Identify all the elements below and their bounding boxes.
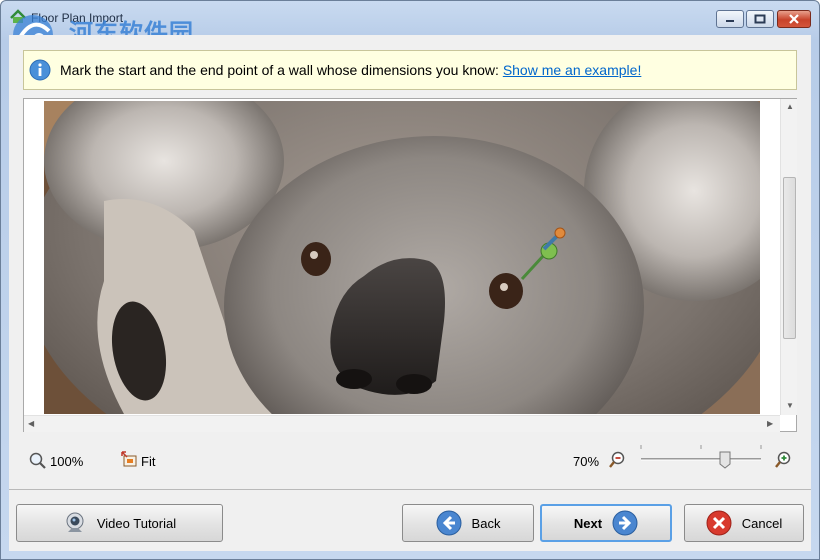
zoom-slider-thumb[interactable]	[719, 451, 731, 469]
zoom-slider[interactable]	[637, 443, 765, 477]
dialog-content: Mark the start and the end point of a wa…	[9, 35, 811, 551]
info-bar: Mark the start and the end point of a wa…	[23, 50, 797, 90]
info-icon	[29, 59, 51, 81]
zoom-controls: 100% Fit 70%	[23, 439, 797, 483]
maximize-button[interactable]	[746, 10, 774, 28]
zoom-out-icon[interactable]	[608, 451, 626, 469]
scroll-right-icon[interactable]: ▶	[767, 419, 773, 428]
back-button[interactable]: Back	[402, 504, 534, 542]
vertical-scrollbar[interactable]: ▲ ▼	[780, 99, 797, 415]
close-icon	[789, 14, 799, 24]
close-button[interactable]	[777, 10, 811, 28]
app-icon	[10, 9, 26, 23]
zoom-level-100[interactable]: 100%	[50, 454, 83, 469]
cancel-button[interactable]: Cancel	[684, 504, 804, 542]
vertical-scroll-thumb[interactable]	[783, 177, 796, 339]
scroll-up-icon[interactable]: ▲	[786, 102, 794, 111]
video-tutorial-label: Video Tutorial	[96, 515, 177, 531]
minimize-button[interactable]	[716, 10, 744, 28]
scroll-down-icon[interactable]: ▼	[786, 401, 794, 410]
cancel-label: Cancel	[741, 515, 783, 531]
image-viewport[interactable]: ▲ ▼ ◀ ▶	[23, 98, 797, 432]
cancel-icon	[706, 510, 732, 536]
next-arrow-icon	[612, 510, 638, 536]
horizontal-scrollbar[interactable]: ◀ ▶	[24, 415, 780, 432]
koala-image	[44, 101, 760, 414]
slider-ticks	[640, 445, 762, 449]
next-label: Next	[573, 515, 603, 531]
webcam-icon	[66, 512, 84, 532]
fit-icon[interactable]	[121, 451, 139, 469]
fit-button[interactable]: Fit	[141, 454, 155, 469]
window-title: Floor Plan Import	[31, 11, 124, 25]
next-button[interactable]: Next	[540, 504, 672, 542]
scroll-left-icon[interactable]: ◀	[28, 419, 34, 428]
button-divider	[9, 489, 811, 490]
slider-zoom-value: 70%	[573, 454, 600, 469]
back-arrow-icon	[436, 510, 462, 536]
koala-photo[interactable]	[44, 101, 760, 414]
info-message: Mark the start and the end point of a wa…	[60, 62, 642, 78]
maximize-icon	[754, 14, 766, 24]
show-example-link[interactable]: Show me an example!	[503, 62, 642, 78]
zoom-in-icon[interactable]	[774, 451, 792, 469]
title-bar[interactable]: Floor Plan Import 河东软件园 www.pc0359.cn	[1, 1, 819, 67]
floor-plan-import-window: Floor Plan Import 河东软件园 www.pc0359.cn	[0, 0, 820, 560]
back-label: Back	[471, 515, 501, 531]
minimize-icon	[726, 20, 734, 22]
video-tutorial-button[interactable]: Video Tutorial	[16, 504, 223, 542]
magnifier-icon[interactable]	[29, 452, 47, 470]
